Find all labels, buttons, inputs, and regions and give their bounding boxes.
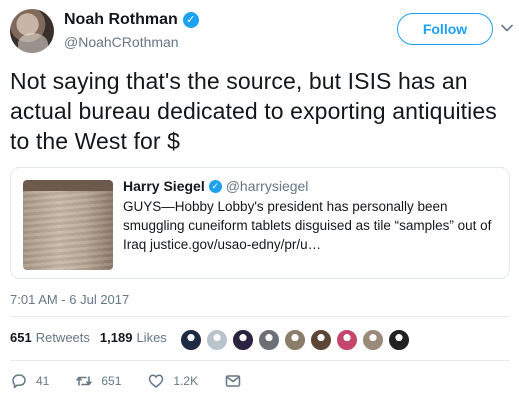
liker-avatar[interactable]: [388, 329, 410, 351]
author-avatar[interactable]: [10, 9, 54, 53]
likes-label: Likes: [136, 330, 167, 345]
quoted-author-handle: @harrysiegel: [225, 178, 309, 194]
retweet-count: 651: [101, 374, 122, 388]
liker-avatars: [180, 329, 414, 351]
retweets-stat[interactable]: 651 Retweets: [10, 330, 90, 345]
tweet-actions: 41 651 1.2K: [10, 372, 276, 390]
heart-icon: [149, 374, 164, 388]
quoted-verified-badge-icon: ✓: [208, 179, 222, 193]
liker-avatar[interactable]: [258, 329, 280, 351]
retweet-icon: [76, 376, 93, 386]
envelope-icon: [225, 375, 241, 387]
like-count: 1.2K: [173, 374, 199, 388]
quoted-tweet[interactable]: Harry Siegel ✓ @harrysiegel GUYS—Hobby L…: [10, 167, 510, 279]
quoted-author-name: Harry Siegel: [123, 178, 205, 194]
tweet-text: Not saying that's the source, but ISIS h…: [10, 68, 497, 154]
liker-avatar[interactable]: [206, 329, 228, 351]
liker-avatar[interactable]: [232, 329, 254, 351]
author-name-row: Noah Rothman ✓: [64, 11, 199, 29]
likes-stat[interactable]: 1,189 Likes: [100, 330, 167, 345]
tweet-header: Noah Rothman ✓ @NoahCRothman Follow: [10, 9, 513, 55]
retweets-count: 651: [10, 330, 32, 345]
liker-avatar[interactable]: [362, 329, 384, 351]
tweet-timestamp[interactable]: 7:01 AM - 6 Jul 2017: [10, 292, 129, 307]
divider: [10, 360, 510, 361]
author-handle[interactable]: @NoahCRothman: [64, 34, 179, 50]
verified-badge-icon: ✓: [182, 12, 199, 28]
likes-count: 1,189: [99, 330, 133, 345]
tweet-stats: 651 Retweets 1,189 Likes: [10, 330, 167, 345]
liker-avatar[interactable]: [284, 329, 306, 351]
follow-button[interactable]: Follow: [397, 13, 493, 45]
quoted-tweet-body: Harry Siegel ✓ @harrysiegel GUYS—Hobby L…: [123, 178, 501, 254]
author-name[interactable]: Noah Rothman: [64, 11, 178, 29]
quoted-tweet-text: GUYS—Hobby Lobby's president has persona…: [123, 199, 492, 252]
retweets-label: Retweets: [35, 330, 90, 345]
liker-avatar[interactable]: [310, 329, 332, 351]
reply-icon: [12, 374, 26, 389]
liker-avatar[interactable]: [180, 329, 202, 351]
dm-action[interactable]: [224, 372, 250, 390]
liker-avatar[interactable]: [336, 329, 358, 351]
divider: [10, 316, 510, 317]
retweet-action[interactable]: 651: [75, 372, 121, 390]
reply-action[interactable]: 41: [10, 372, 49, 390]
like-action[interactable]: 1.2K: [147, 372, 198, 390]
reply-count: 41: [36, 374, 50, 388]
quoted-tweet-image: [23, 180, 113, 270]
quoted-tweet-header: Harry Siegel ✓ @harrysiegel: [123, 178, 501, 194]
chevron-down-icon[interactable]: [500, 21, 514, 35]
